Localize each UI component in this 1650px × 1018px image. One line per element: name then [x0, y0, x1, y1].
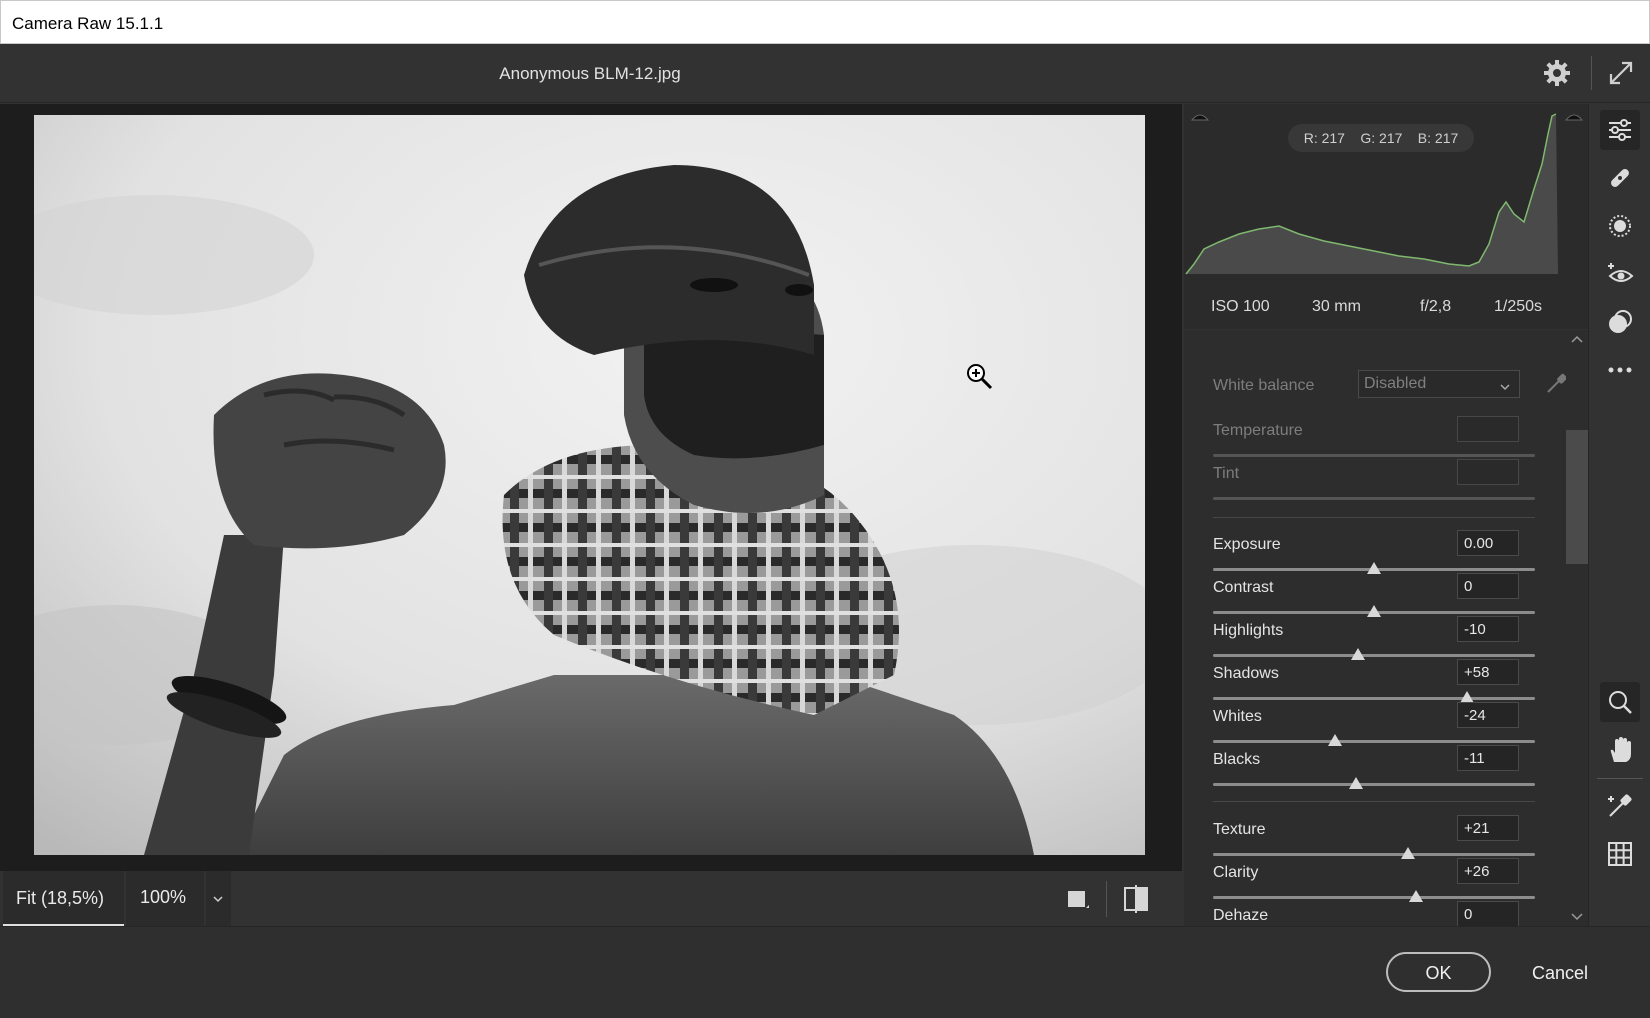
- edit-icon[interactable]: [1600, 110, 1640, 150]
- section-divider: [1213, 517, 1535, 518]
- hand-icon[interactable]: [1600, 730, 1640, 770]
- zoom-icon[interactable]: [1600, 682, 1640, 722]
- zoom-in-cursor-icon: [965, 362, 995, 392]
- presets-icon[interactable]: [1600, 302, 1640, 342]
- blacks-slider-thumb[interactable]: [1349, 777, 1364, 789]
- tool-strip: [1588, 104, 1650, 926]
- temperature-label: Temperature: [1213, 422, 1303, 439]
- white-balance-select[interactable]: Disabled: [1358, 370, 1520, 398]
- masking-icon[interactable]: [1600, 206, 1640, 246]
- gear-icon[interactable]: [1542, 58, 1572, 88]
- green-value: G: 217: [1360, 130, 1403, 146]
- temperature-slider[interactable]: [1213, 454, 1535, 457]
- exposure-label: Exposure: [1213, 536, 1281, 553]
- zoom-fit-button[interactable]: Fit (18,5%): [3, 871, 124, 927]
- exposure-value-field[interactable]: 0.00: [1457, 530, 1519, 556]
- whites-slider[interactable]: [1213, 740, 1535, 743]
- shadow-clipping-icon[interactable]: [1188, 106, 1212, 126]
- scrollbar-thumb[interactable]: [1566, 430, 1588, 564]
- topbar-divider: [1591, 56, 1592, 90]
- dialog-footer: OK Cancel: [0, 926, 1650, 1018]
- clarity-slider-thumb[interactable]: [1408, 890, 1423, 902]
- preview-image[interactable]: [34, 115, 1145, 855]
- dehaze-label: Dehaze: [1213, 907, 1269, 924]
- more-icon[interactable]: [1600, 350, 1640, 390]
- exif-info: ISO 100 30 mm f/2,8 1/250s: [1184, 284, 1588, 329]
- texture-slider[interactable]: [1213, 853, 1535, 856]
- clarity-slider[interactable]: [1213, 896, 1535, 899]
- eyedropper-icon[interactable]: [1543, 371, 1566, 397]
- chevron-down-icon: [1499, 379, 1511, 397]
- highlights-slider-thumb[interactable]: [1350, 648, 1365, 660]
- dehaze-value-field[interactable]: 0: [1457, 901, 1519, 926]
- single-view-icon[interactable]: [1066, 888, 1090, 912]
- image-canvas[interactable]: [0, 104, 1182, 871]
- red-eye-icon[interactable]: [1600, 254, 1640, 294]
- tint-slider[interactable]: [1213, 497, 1535, 500]
- window-titlebar: Camera Raw 15.1.1: [0, 0, 1650, 44]
- scroll-down-button[interactable]: [1566, 906, 1588, 926]
- blacks-value-field[interactable]: -11: [1457, 745, 1519, 771]
- white-balance-value: Disabled: [1364, 375, 1427, 392]
- iso-value: ISO 100: [1211, 298, 1270, 315]
- whites-slider-thumb[interactable]: [1328, 734, 1343, 746]
- file-name: Anonymous BLM-12.jpg: [499, 64, 681, 83]
- texture-slider-thumb[interactable]: [1400, 847, 1415, 859]
- highlights-value-field[interactable]: -10: [1457, 616, 1519, 642]
- highlights-label: Highlights: [1213, 622, 1284, 639]
- section-divider: [1213, 801, 1535, 802]
- blacks-label: Blacks: [1213, 751, 1261, 768]
- grid-icon[interactable]: [1600, 834, 1640, 874]
- red-value: R: 217: [1303, 130, 1345, 146]
- fullscreen-icon[interactable]: [1606, 58, 1636, 88]
- tint-label: Tint: [1213, 465, 1240, 482]
- aperture: f/2,8: [1420, 298, 1452, 315]
- focal-length: 30 mm: [1312, 298, 1361, 315]
- window-title: Camera Raw 15.1.1: [12, 14, 164, 33]
- view-divider: [1106, 881, 1107, 917]
- blue-value: B: 217: [1417, 130, 1459, 146]
- zoom-100-button[interactable]: 100%: [126, 871, 204, 927]
- shutter-speed: 1/250s: [1494, 298, 1543, 315]
- shadows-label: Shadows: [1213, 665, 1279, 682]
- before-after-icon[interactable]: [1122, 885, 1150, 913]
- whites-label: Whites: [1213, 708, 1262, 725]
- contrast-slider-thumb[interactable]: [1367, 605, 1381, 617]
- clarity-label: Clarity: [1213, 864, 1259, 881]
- contrast-value-field[interactable]: 0: [1457, 573, 1519, 599]
- exposure-slider-thumb[interactable]: [1367, 562, 1381, 574]
- shadows-slider[interactable]: [1213, 697, 1535, 700]
- texture-value-field[interactable]: +21: [1457, 815, 1519, 841]
- sampler-icon[interactable]: [1600, 786, 1640, 826]
- healing-icon[interactable]: [1600, 158, 1640, 198]
- histogram: R: 217 G: 217 B: 217 ISO 100 30 mm f/2,8…: [1184, 104, 1588, 329]
- ok-button[interactable]: OK: [1386, 952, 1491, 992]
- canvas-bottom-bar: Fit (18,5%) 100%: [0, 871, 1182, 927]
- white-balance-label: White balance: [1213, 377, 1315, 394]
- highlight-clipping-icon[interactable]: [1562, 106, 1586, 126]
- shadows-value-field[interactable]: +58: [1457, 659, 1519, 685]
- cancel-button[interactable]: Cancel: [1519, 952, 1601, 992]
- tool-divider: [1597, 778, 1643, 779]
- basic-panel: White balance Disabled Temperature Tint E…: [1184, 330, 1566, 926]
- whites-value-field[interactable]: -24: [1457, 702, 1519, 728]
- camera-raw-app: Anonymous BLM-12.jpg Fit (18,5%) 100% R:…: [0, 44, 1650, 1018]
- contrast-label: Contrast: [1213, 579, 1274, 596]
- tint-value-field[interactable]: [1457, 459, 1519, 485]
- zoom-dropdown[interactable]: [206, 871, 231, 927]
- clarity-value-field[interactable]: +26: [1457, 858, 1519, 884]
- top-bar: Anonymous BLM-12.jpg: [0, 44, 1650, 103]
- blacks-slider[interactable]: [1213, 783, 1535, 786]
- scroll-up-button[interactable]: [1566, 330, 1588, 350]
- temperature-value-field[interactable]: [1457, 416, 1519, 442]
- rgb-readout: R: 217 G: 217 B: 217: [1288, 124, 1474, 152]
- texture-label: Texture: [1213, 821, 1266, 838]
- highlights-slider[interactable]: [1213, 654, 1535, 657]
